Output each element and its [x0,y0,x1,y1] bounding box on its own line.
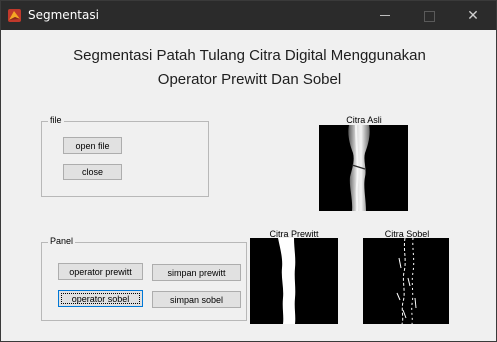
open-file-button[interactable]: open file [63,137,122,154]
minimize-button[interactable] [363,1,407,30]
citra-prewitt-image [250,238,338,324]
citra-sobel-image [363,237,449,325]
heading-line-2: Operator Prewitt Dan Sobel [157,71,342,88]
simpan-prewitt-button[interactable]: simpan prewitt [152,264,241,281]
heading-line-1: Segmentasi Patah Tulang Citra Digital Me… [73,47,426,64]
app-window: Segmentasi ✕ Segmentasi Patah Tulang Cit… [0,0,497,342]
minimize-icon [380,15,390,16]
panel-groupbox-title: Panel [48,236,76,246]
matlab-app-icon [8,9,21,22]
close-icon: ✕ [467,7,479,23]
close-window-button[interactable]: ✕ [451,1,495,30]
title-bar[interactable]: Segmentasi ✕ [1,1,496,30]
simpan-sobel-button[interactable]: simpan sobel [152,291,241,308]
maximize-button[interactable] [407,1,451,30]
window-title: Segmentasi [28,8,99,22]
operator-prewitt-button[interactable]: operator prewitt [58,263,143,280]
operator-sobel-button[interactable]: operator sobel [58,290,143,307]
file-groupbox: file [41,115,209,197]
maximize-icon [424,11,435,22]
citra-asli-image [319,124,408,212]
citra-asli-label: Citra Asli [346,115,382,125]
close-button[interactable]: close [63,164,122,180]
panel-groupbox: Panel [41,236,247,321]
file-groupbox-title: file [48,115,64,125]
